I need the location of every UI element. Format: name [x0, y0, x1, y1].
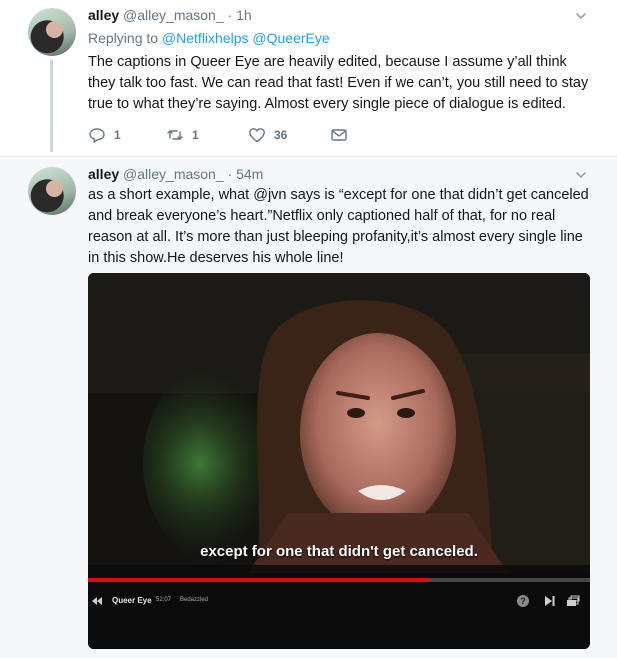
- video-progress-bar[interactable]: [88, 578, 590, 582]
- tweet[interactable]: alley @alley_mason_ · 54m as a short exa…: [0, 156, 617, 658]
- direct-message-button[interactable]: [330, 126, 356, 144]
- timestamp[interactable]: 54m: [236, 166, 263, 182]
- next-episode-icon[interactable]: [542, 594, 556, 608]
- chevron-down-icon[interactable]: [575, 10, 587, 22]
- display-name[interactable]: alley: [88, 166, 119, 182]
- reply-count: 1: [114, 128, 121, 142]
- tweet-header: alley @alley_mason_ · 1h: [88, 6, 252, 24]
- mention-link[interactable]: @Netflixhelps: [162, 30, 249, 46]
- video-progress-fill: [88, 578, 430, 582]
- player-time: 52:07: [156, 597, 172, 603]
- tweet-actions: 1 1 36: [88, 126, 388, 144]
- like-count: 36: [274, 128, 288, 142]
- display-name[interactable]: alley: [88, 7, 119, 23]
- mention-link[interactable]: @QueerEye: [252, 30, 329, 46]
- separator-dot: ·: [227, 7, 233, 23]
- retweet-button[interactable]: 1: [166, 126, 199, 144]
- svg-text:?: ?: [520, 596, 526, 606]
- help-icon[interactable]: ?: [516, 594, 530, 608]
- username[interactable]: @alley_mason_: [123, 166, 224, 182]
- avatar[interactable]: [28, 167, 76, 215]
- rewind-icon[interactable]: [90, 594, 104, 608]
- reply-icon: [89, 128, 105, 143]
- retweet-count: 1: [192, 128, 199, 142]
- like-button[interactable]: 36: [248, 126, 287, 144]
- tweet-text: The captions in Queer Eye are heavily ed…: [88, 54, 589, 112]
- username[interactable]: @alley_mason_: [123, 7, 224, 23]
- reply-button[interactable]: 1: [88, 126, 121, 144]
- player-show-title: Queer Eye: [112, 596, 152, 605]
- player-controls: Queer Eye 52:07 Bedazzled ?: [88, 589, 590, 615]
- like-icon: [249, 128, 265, 143]
- player-episode-title: Bedazzled: [180, 597, 209, 603]
- avatar[interactable]: [28, 8, 76, 56]
- retweet-icon: [167, 130, 183, 140]
- timestamp[interactable]: 1h: [236, 7, 252, 23]
- episodes-icon[interactable]: [566, 594, 580, 608]
- attached-image[interactable]: except for one that didn't get canceled.…: [88, 273, 590, 649]
- replying-label: Replying to: [88, 30, 159, 46]
- message-icon: [331, 129, 347, 141]
- tweet-header: alley @alley_mason_ · 54m: [88, 165, 263, 183]
- tweet-text: as a short example, what @jvn says is “e…: [88, 187, 589, 266]
- replying-to: Replying to @Netflixhelps @QueerEye: [88, 30, 330, 46]
- subtitle-caption: except for one that didn't get canceled.: [200, 543, 478, 560]
- tweet[interactable]: alley @alley_mason_ · 1h Replying to @Ne…: [0, 0, 617, 156]
- chevron-down-icon[interactable]: [575, 169, 587, 181]
- thread-connector-line: [50, 60, 53, 152]
- separator-dot: ·: [227, 166, 233, 182]
